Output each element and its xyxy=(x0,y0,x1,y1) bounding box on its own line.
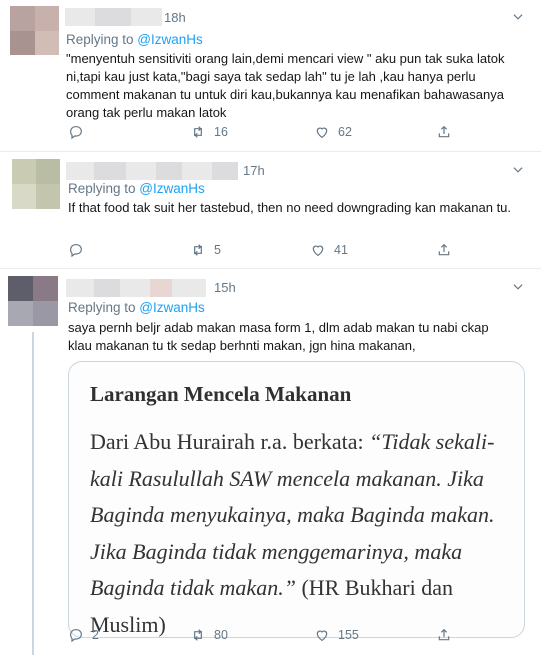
reply-button[interactable]: 2 xyxy=(68,627,190,643)
retweet-icon xyxy=(194,629,202,641)
like-icon xyxy=(312,245,324,257)
tweet-timestamp[interactable]: 17h xyxy=(243,163,265,179)
like-count: 41 xyxy=(334,243,348,257)
chevron-down-icon[interactable] xyxy=(511,280,525,294)
like-count: 155 xyxy=(338,628,359,642)
replying-prefix: Replying to xyxy=(68,300,140,315)
user-name[interactable] xyxy=(66,279,206,297)
avatar[interactable] xyxy=(10,6,59,55)
tweet[interactable]: 15h Replying to @IzwanHs saya pernh belj… xyxy=(0,270,541,655)
image-card[interactable]: Larangan Mencela Makanan Dari Abu Hurair… xyxy=(68,361,525,638)
user-name[interactable] xyxy=(66,162,238,180)
tweet-actions: 2 80 155 xyxy=(68,627,452,643)
retweet-count: 5 xyxy=(214,243,221,257)
like-icon xyxy=(316,127,328,139)
replying-to: Replying to @IzwanHs xyxy=(68,180,205,197)
retweet-button[interactable]: 16 xyxy=(190,124,314,140)
avatar[interactable] xyxy=(8,276,58,326)
tweet-text: If that food tak suit her tastebud, then… xyxy=(68,200,512,215)
retweet-icon xyxy=(194,126,202,138)
reply-icon xyxy=(70,244,82,258)
retweet-count: 16 xyxy=(214,125,228,139)
like-button[interactable]: 155 xyxy=(314,627,436,643)
reply-count: 2 xyxy=(92,628,99,642)
chevron-down-icon[interactable] xyxy=(511,10,525,24)
reply-icon xyxy=(70,126,82,140)
tweet-text: saya pernh beljr adab makan masa form 1,… xyxy=(68,320,489,353)
chevron-down-icon[interactable] xyxy=(511,163,525,177)
like-icon xyxy=(316,630,328,642)
retweet-button[interactable]: 5 xyxy=(190,242,310,258)
reply-icon xyxy=(70,629,82,643)
card-title: Larangan Mencela Makanan xyxy=(90,382,352,406)
mention-link[interactable]: @IzwanHs xyxy=(139,300,204,315)
thread-line xyxy=(32,332,34,655)
share-button[interactable] xyxy=(436,242,452,258)
tweet-actions: 16 62 xyxy=(68,124,452,140)
retweet-button[interactable]: 80 xyxy=(190,627,314,643)
share-button[interactable] xyxy=(436,124,452,140)
replying-prefix: Replying to xyxy=(68,181,140,196)
replying-to: Replying to @IzwanHs xyxy=(66,31,203,48)
avatar[interactable] xyxy=(12,159,60,209)
retweet-icon xyxy=(194,244,202,256)
tweet-text: "menyentuh sensitiviti orang lain,demi m… xyxy=(66,51,505,120)
like-count: 62 xyxy=(338,125,352,139)
like-button[interactable]: 62 xyxy=(314,124,436,140)
card-body: Dari Abu Hurairah r.a. berkata: “Tidak s… xyxy=(90,424,520,637)
tweet[interactable]: 18h Replying to @IzwanHs "menyentuh sens… xyxy=(0,0,541,152)
replying-to: Replying to @IzwanHs xyxy=(68,299,205,316)
share-button[interactable] xyxy=(436,627,452,643)
like-button[interactable]: 41 xyxy=(310,242,436,258)
tweet[interactable]: 17h Replying to @IzwanHs If that food ta… xyxy=(0,153,541,269)
share-icon xyxy=(438,243,450,256)
share-icon xyxy=(438,125,450,138)
tweet-timestamp[interactable]: 15h xyxy=(214,280,236,296)
reply-button[interactable] xyxy=(68,124,190,140)
reply-button[interactable] xyxy=(68,242,190,258)
tweet-timestamp[interactable]: 18h xyxy=(164,10,186,26)
retweet-count: 80 xyxy=(214,628,228,642)
mention-link[interactable]: @IzwanHs xyxy=(137,32,202,47)
user-name[interactable] xyxy=(65,8,162,26)
tweet-actions: 5 41 xyxy=(68,242,452,258)
replying-prefix: Replying to xyxy=(66,32,138,47)
mention-link[interactable]: @IzwanHs xyxy=(139,181,204,196)
share-icon xyxy=(438,628,450,641)
card-lead: Dari Abu Hurairah r.a. berkata: xyxy=(90,429,370,454)
